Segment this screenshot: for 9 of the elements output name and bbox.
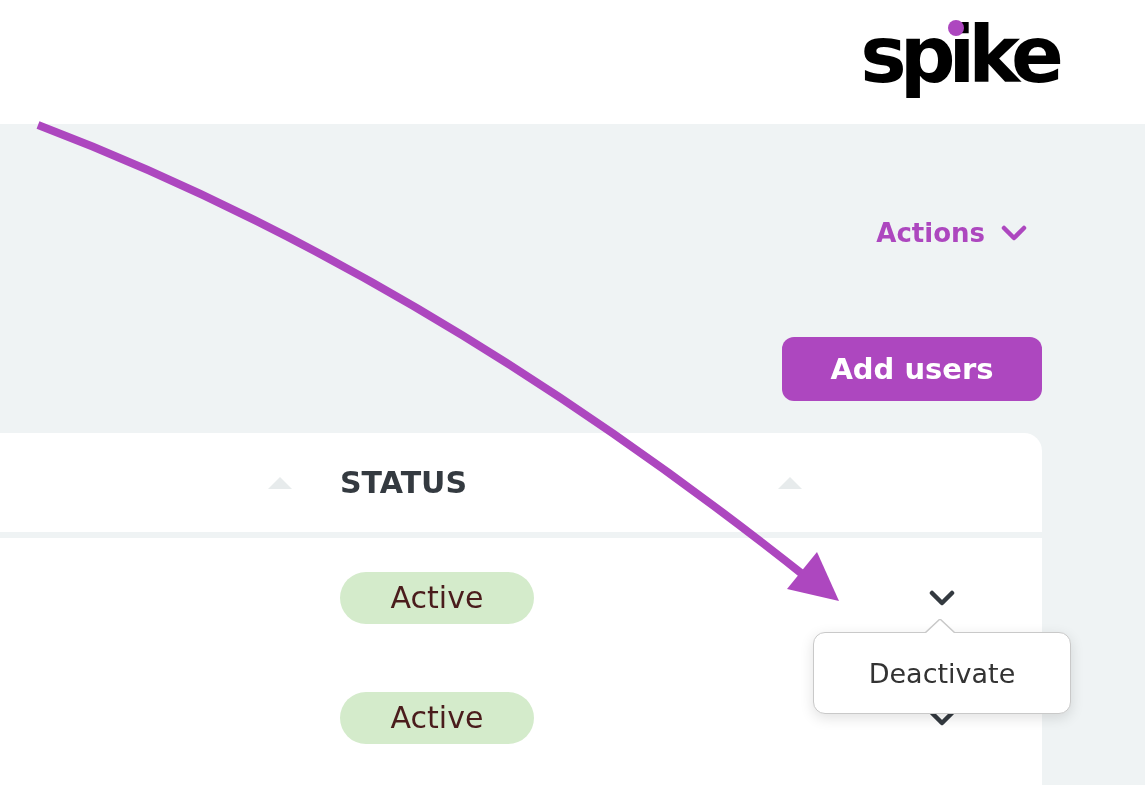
add-users-button[interactable]: Add users [782,337,1042,401]
row-actions-button[interactable] [927,588,957,608]
logo: spike [860,16,1057,102]
status-badge: Active [340,692,534,744]
column-header[interactable]: STATUS [340,467,468,498]
menu-item[interactable]: Deactivate [860,655,1024,691]
status-badge: Active [340,572,534,624]
chevron-down-icon [929,590,955,606]
actions-menu[interactable]: Actions [876,220,1027,246]
